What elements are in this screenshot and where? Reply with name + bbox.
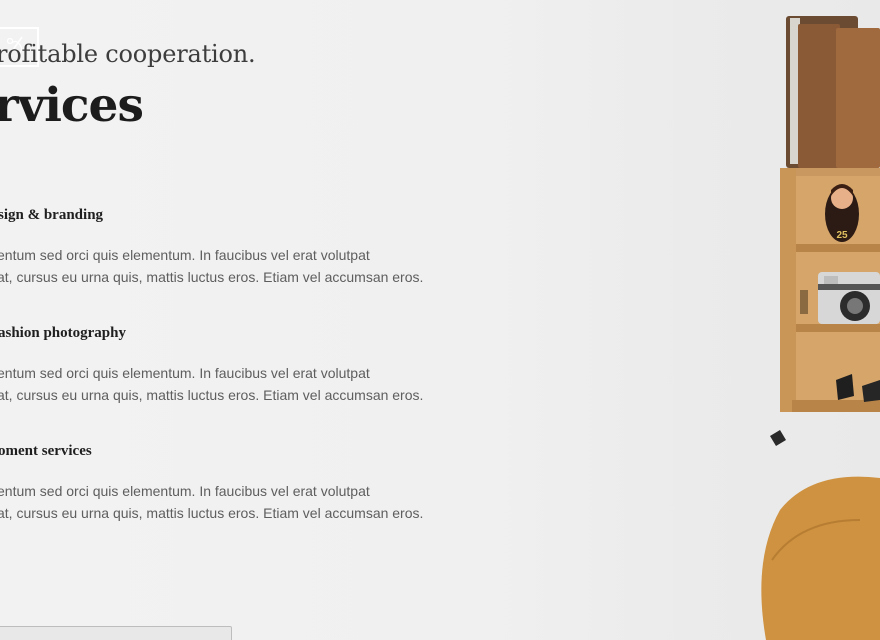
service-description: entum sed orci quis elementum. In faucib… bbox=[0, 363, 440, 406]
service-title: ashion photography bbox=[0, 325, 126, 341]
book-cover bbox=[798, 24, 840, 168]
book-cover bbox=[836, 28, 880, 168]
decor-photo: 25 bbox=[761, 16, 880, 640]
service-item: oment services entum sed orci quis eleme… bbox=[0, 443, 440, 524]
chair-cushion bbox=[761, 476, 880, 640]
shelf-bottom bbox=[792, 400, 880, 412]
service-description-line: at, cursus eu urna quis, mattis luctus e… bbox=[0, 386, 424, 403]
section-heading: rvices bbox=[0, 78, 144, 133]
service-description-line: at, cursus eu urna quis, mattis luctus e… bbox=[0, 268, 424, 285]
doll-number: 25 bbox=[836, 230, 848, 241]
service-description-line: at, cursus eu urna quis, mattis luctus e… bbox=[0, 504, 424, 521]
service-description-line: entum sed orci quis elementum. In faucib… bbox=[0, 483, 370, 499]
service-description: entum sed orci quis elementum. In faucib… bbox=[0, 245, 440, 288]
service-title: oment services bbox=[0, 443, 92, 459]
shelf-side bbox=[780, 168, 796, 412]
service-description: entum sed orci quis elementum. In faucib… bbox=[0, 481, 440, 524]
service-description-line: entum sed orci quis elementum. In faucib… bbox=[0, 365, 370, 381]
service-item: ashion photography entum sed orci quis e… bbox=[0, 325, 440, 406]
service-title: sign & branding bbox=[0, 207, 104, 223]
cta-button[interactable] bbox=[0, 626, 232, 640]
shelf-board bbox=[796, 324, 880, 332]
service-item: sign & branding entum sed orci quis elem… bbox=[0, 207, 440, 288]
small-object bbox=[770, 430, 786, 446]
service-description-line: entum sed orci quis elementum. In faucib… bbox=[0, 247, 370, 263]
hero-eyebrow: rofitable cooperation. bbox=[0, 40, 256, 68]
shelf-board bbox=[796, 244, 880, 252]
